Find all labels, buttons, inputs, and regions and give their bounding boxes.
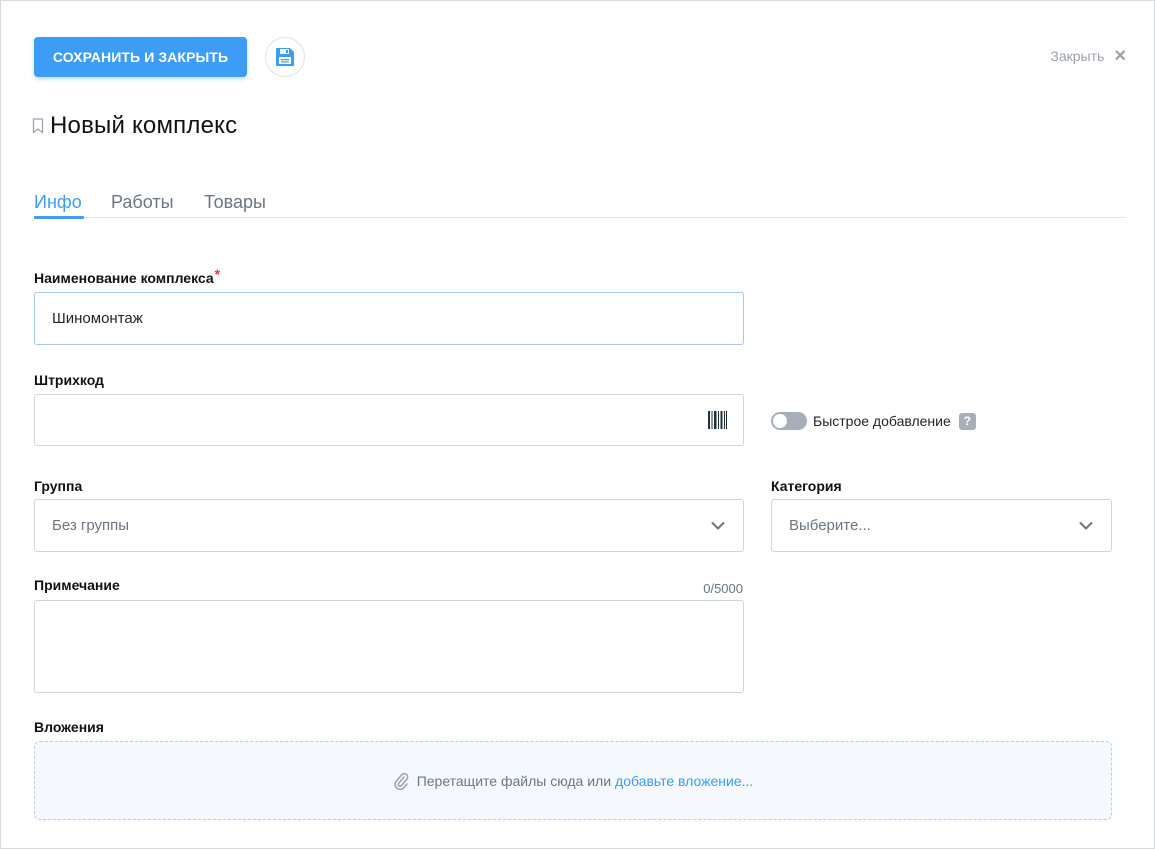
chevron-down-icon xyxy=(1079,521,1093,529)
name-label-text: Наименование комплекса xyxy=(34,270,214,286)
quick-add-toggle[interactable] xyxy=(771,412,807,430)
note-char-counter: 0/5000 xyxy=(703,581,743,596)
category-label: Категория xyxy=(771,478,842,494)
barcode-icon[interactable] xyxy=(708,411,727,429)
quick-add-label: Быстрое добавление xyxy=(813,413,951,429)
name-input-value: Шиномонтаж xyxy=(52,310,143,327)
name-label: Наименование комплекса* xyxy=(34,266,220,286)
floppy-disk-icon xyxy=(276,48,294,66)
bookmark-icon[interactable] xyxy=(32,118,44,134)
barcode-label: Штрихкод xyxy=(34,372,104,388)
dropzone-text: Перетащите файлы сюда или xyxy=(416,772,612,789)
name-input[interactable]: Шиномонтаж xyxy=(34,292,744,345)
close-label: Закрыть xyxy=(1050,48,1105,64)
save-button[interactable] xyxy=(265,37,305,77)
group-select-value: Без группы xyxy=(52,517,130,534)
note-label: Примечание xyxy=(34,577,120,593)
active-tab-indicator xyxy=(34,216,84,219)
page-title: Новый комплекс xyxy=(50,112,238,139)
note-textarea[interactable] xyxy=(34,600,744,693)
group-select[interactable]: Без группы xyxy=(34,499,744,552)
toggle-knob xyxy=(773,414,787,428)
tab-goods[interactable]: Товары xyxy=(204,192,266,213)
barcode-input[interactable] xyxy=(34,394,744,446)
help-icon[interactable]: ? xyxy=(958,412,976,430)
tab-info-label: Инфо xyxy=(34,192,82,212)
tab-bar: Инфо Работы Товары xyxy=(34,190,1126,219)
required-mark: * xyxy=(214,266,221,282)
attachments-dropzone[interactable]: Перетащите файлы сюда или добавьте вложе… xyxy=(34,741,1112,820)
attachments-label: Вложения xyxy=(34,719,104,735)
save-and-close-button[interactable]: СОХРАНИТЬ И ЗАКРЫТЬ xyxy=(34,37,247,77)
close-link[interactable]: Закрыть × xyxy=(1050,46,1126,66)
title-row: Новый комплекс xyxy=(32,112,237,140)
category-select[interactable]: Выберите... xyxy=(771,499,1112,552)
quick-add-toggle-row: Быстрое добавление ? xyxy=(771,412,976,430)
tab-works[interactable]: Работы xyxy=(111,192,174,213)
category-select-placeholder: Выберите... xyxy=(789,517,871,534)
chevron-down-icon xyxy=(711,521,725,529)
paperclip-icon xyxy=(394,772,408,790)
group-label: Группа xyxy=(34,478,83,494)
add-attachment-link[interactable]: добавьте вложение... xyxy=(615,773,753,789)
close-icon[interactable]: × xyxy=(1114,46,1126,66)
tab-info[interactable]: Инфо xyxy=(34,192,84,219)
